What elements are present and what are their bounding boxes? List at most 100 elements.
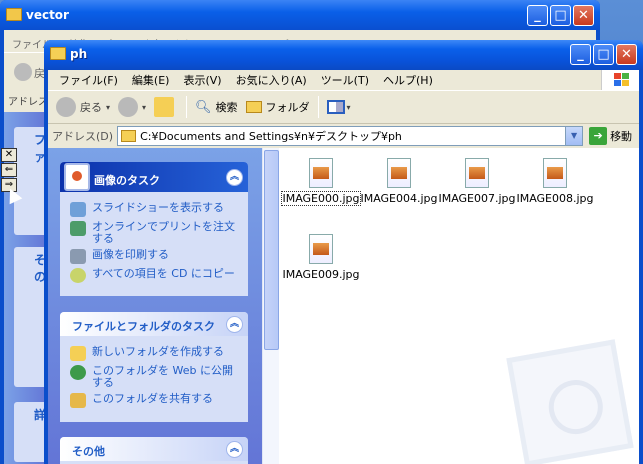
- task-label: このフォルダを共有する: [92, 392, 213, 405]
- menu-file[interactable]: ファイル(F): [52, 72, 125, 88]
- minimize-button[interactable]: _: [570, 44, 591, 65]
- back-label: 戻る: [80, 101, 102, 114]
- folder-content: 画像のタスク ︽ スライドショーを表示する オンラインでプリントを注文する 画像…: [48, 148, 639, 464]
- file-list: IMAGE000.jpg IMAGE004.jpg IMAGE007.jpg I…: [280, 148, 639, 464]
- background-window-title: vector: [26, 8, 69, 22]
- task-copy-cd[interactable]: すべての項目を CD にコピー: [60, 266, 248, 285]
- toolbar-separator: [186, 96, 188, 118]
- forward-arrow-icon: [118, 97, 139, 117]
- file-tasks-panel: ファイルとフォルダのタスク ︽ 新しいフォルダを作成する このフォルダを Web…: [60, 312, 248, 422]
- new-folder-icon: [70, 346, 86, 361]
- web-publish-icon: [70, 365, 86, 380]
- jpg-file-icon: [543, 158, 567, 188]
- toolbar: 戻る ▾ ▾ 🔍︎ 検索 フォルダ ▾: [48, 90, 639, 124]
- task-label: 画像を印刷する: [92, 248, 169, 261]
- menu-bar: ファイル(F) 編集(E) 表示(V) お気に入り(A) ツール(T) ヘルプ(…: [48, 70, 639, 90]
- task-publish-web[interactable]: このフォルダを Web に公開する: [60, 363, 248, 391]
- image-tasks-panel: 画像のタスク ︽ スライドショーを表示する オンラインでプリントを注文する 画像…: [60, 162, 248, 296]
- up-folder-button[interactable]: [150, 94, 182, 120]
- other-places-header[interactable]: その他 ︽: [60, 437, 248, 461]
- slideshow-icon: [70, 202, 86, 217]
- task-print[interactable]: 画像を印刷する: [60, 247, 248, 266]
- up-folder-icon: [154, 97, 175, 117]
- task-slideshow[interactable]: スライドショーを表示する: [60, 200, 248, 219]
- folders-icon: [245, 101, 262, 113]
- minimize-button[interactable]: _: [527, 5, 548, 26]
- background-title-bar[interactable]: vector _ □ ✕: [0, 0, 600, 30]
- file-name: IMAGE008.jpg: [516, 192, 594, 205]
- collapse-icon[interactable]: ︽: [226, 441, 243, 458]
- scrollbar-thumb[interactable]: [264, 150, 279, 350]
- task-order-prints[interactable]: オンラインでプリントを注文する: [60, 219, 248, 247]
- window-title: ph: [70, 47, 88, 61]
- collapse-icon[interactable]: ︽: [226, 316, 243, 333]
- close-button[interactable]: ✕: [573, 5, 594, 26]
- title-bar[interactable]: ph _ □ ✕: [44, 40, 643, 70]
- jpg-file-icon: [309, 234, 333, 264]
- back-arrow-icon: [14, 63, 32, 81]
- address-bar: アドレス(D) C:¥Documents and Settings¥n¥デスクト…: [48, 124, 639, 148]
- task-label: 新しいフォルダを作成する: [92, 345, 224, 358]
- search-button[interactable]: 🔍︎ 検索: [191, 94, 242, 120]
- image-tasks-icon: [64, 163, 90, 191]
- close-icon[interactable]: ✕: [1, 148, 17, 162]
- file-name: IMAGE000.jpg: [281, 191, 361, 206]
- task-pane-scrollbar[interactable]: [262, 148, 279, 464]
- left-arrow-icon[interactable]: ⇐: [1, 163, 17, 177]
- jpg-file-icon: [387, 158, 411, 188]
- file-name: IMAGE009.jpg: [282, 268, 360, 281]
- maximize-button[interactable]: □: [550, 5, 571, 26]
- chevron-down-icon: ▾: [346, 102, 351, 112]
- menu-favorites[interactable]: お気に入り(A): [229, 72, 314, 88]
- printer-icon: [70, 249, 86, 264]
- background-watermark: [506, 339, 634, 464]
- address-dropdown-button[interactable]: ▼: [565, 127, 583, 145]
- folder-icon: [50, 47, 66, 60]
- file-item[interactable]: IMAGE007.jpg: [438, 154, 516, 205]
- back-button[interactable]: 戻る ▾: [52, 94, 114, 120]
- views-icon: [326, 100, 345, 114]
- share-folder-icon: [70, 393, 86, 408]
- task-label: スライドショーを表示する: [92, 201, 224, 214]
- file-item[interactable]: IMAGE004.jpg: [360, 154, 438, 205]
- chevron-down-icon: ▾: [106, 102, 111, 112]
- file-tasks-title: ファイルとフォルダのタスク: [72, 320, 215, 333]
- file-name: IMAGE004.jpg: [360, 192, 438, 205]
- task-pane: 画像のタスク ︽ スライドショーを表示する オンラインでプリントを注文する 画像…: [48, 148, 262, 464]
- jpg-file-icon: [309, 158, 333, 188]
- search-label: 検索: [215, 101, 238, 114]
- windows-logo-icon: [601, 70, 639, 90]
- folder-icon: [6, 8, 22, 21]
- menu-view[interactable]: 表示(V): [176, 72, 228, 88]
- forward-button[interactable]: ▾: [114, 94, 150, 120]
- image-tasks-header[interactable]: 画像のタスク ︽: [60, 162, 248, 192]
- file-item[interactable]: IMAGE000.jpg: [281, 154, 361, 206]
- file-item[interactable]: IMAGE008.jpg: [516, 154, 594, 205]
- address-input[interactable]: C:¥Documents and Settings¥n¥デスクトップ¥ph ▼: [117, 126, 584, 146]
- file-tasks-header[interactable]: ファイルとフォルダのタスク ︽: [60, 312, 248, 336]
- other-places-panel: その他 ︽: [60, 437, 248, 464]
- explorer-window[interactable]: ph _ □ ✕ ファイル(F) 編集(E) 表示(V) お気に入り(A) ツー…: [44, 40, 643, 464]
- toolbar-separator: [317, 96, 319, 118]
- address-path: C:¥Documents and Settings¥n¥デスクトップ¥ph: [140, 130, 402, 143]
- task-label: すべての項目を CD にコピー: [92, 267, 235, 280]
- task-new-folder[interactable]: 新しいフォルダを作成する: [60, 344, 248, 363]
- task-share-folder[interactable]: このフォルダを共有する: [60, 391, 248, 410]
- folders-button[interactable]: フォルダ: [242, 94, 314, 120]
- menu-help[interactable]: ヘルプ(H): [376, 72, 440, 88]
- menu-edit[interactable]: 編集(E): [125, 72, 177, 88]
- cd-icon: [70, 268, 86, 283]
- maximize-button[interactable]: □: [593, 44, 614, 65]
- image-tasks-title: 画像のタスク: [94, 174, 160, 187]
- folder-icon: [121, 130, 137, 142]
- close-button[interactable]: ✕: [616, 44, 637, 65]
- menu-tools[interactable]: ツール(T): [314, 72, 376, 88]
- file-item[interactable]: IMAGE009.jpg: [282, 230, 360, 281]
- collapse-icon[interactable]: ︽: [226, 169, 243, 186]
- go-arrow-icon: ➔: [589, 127, 608, 145]
- views-button[interactable]: ▾: [323, 94, 355, 120]
- go-button[interactable]: ➔ 移動: [589, 127, 632, 145]
- task-label: オンラインでプリントを注文する: [92, 220, 235, 245]
- jpg-file-icon: [465, 158, 489, 188]
- task-label: このフォルダを Web に公開する: [92, 364, 233, 389]
